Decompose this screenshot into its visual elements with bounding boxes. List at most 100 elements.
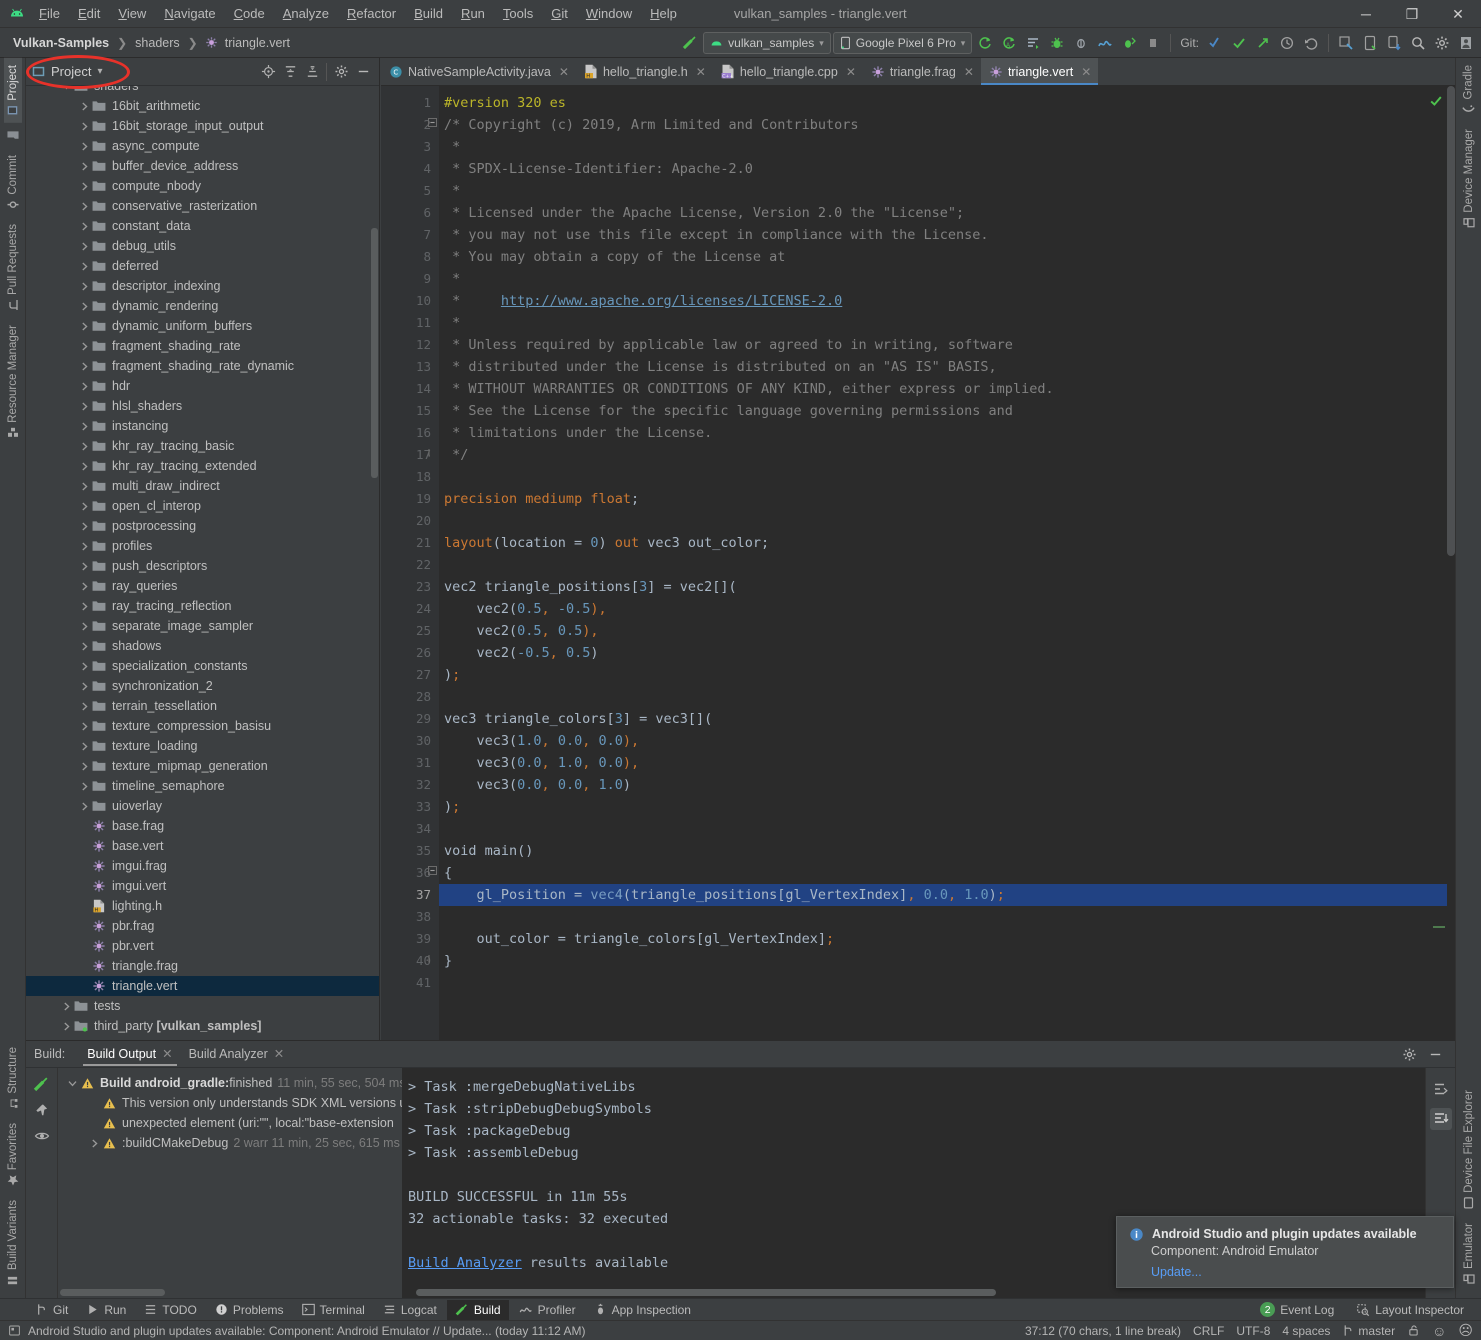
chevron-right-icon[interactable] [78, 700, 91, 713]
chevron-right-icon[interactable] [78, 320, 91, 333]
run-configuration-selector[interactable]: vulkan_samples ▾ [703, 32, 831, 54]
chevron-right-icon[interactable] [78, 860, 91, 873]
chevron-right-icon[interactable] [78, 300, 91, 313]
chevron-right-icon[interactable] [78, 720, 91, 733]
editor-tab-triangle-vert[interactable]: triangle.vert✕ [981, 58, 1098, 85]
bottom-tab-git[interactable]: Git [27, 1300, 76, 1320]
chevron-right-icon[interactable] [78, 120, 91, 133]
chevron-right-icon[interactable] [78, 380, 91, 393]
code-line[interactable]: * SPDX-License-Identifier: Apache-2.0 [439, 158, 1455, 180]
chevron-right-icon[interactable] [88, 1137, 101, 1150]
tree-node[interactable]: buffer_device_address [26, 156, 379, 176]
chevron-right-icon[interactable] [78, 280, 91, 293]
code-line[interactable]: * http://www.apache.org/licenses/LICENSE… [439, 290, 1455, 312]
chevron-right-icon[interactable] [78, 920, 91, 933]
bottom-tab-run[interactable]: Run [78, 1300, 134, 1320]
tree-node[interactable]: imgui.frag [26, 856, 379, 876]
code-line[interactable]: #version 320 es [439, 92, 1455, 114]
layout-inspector-button[interactable]: Layout Inspector [1348, 1300, 1472, 1320]
collapse-all-icon[interactable] [302, 62, 322, 82]
code-line[interactable]: * WITHOUT WARRANTIES OR CONDITIONS OF AN… [439, 378, 1455, 400]
event-log-button[interactable]: 2 Event Log [1252, 1300, 1342, 1320]
code-line[interactable]: /* Copyright (c) 2019, Arm Limited and C… [439, 114, 1455, 136]
code-line[interactable]: layout(location = 0) out vec3 out_color; [439, 532, 1455, 554]
tree-node[interactable]: pbr.frag [26, 916, 379, 936]
build-hammer-icon[interactable] [33, 1076, 50, 1093]
sidebar-item-emulator[interactable]: Emulator [1460, 1216, 1478, 1292]
editor-tab-hello-triangle-cpp[interactable]: C++hello_triangle.cpp✕ [713, 58, 863, 85]
tree-node[interactable]: texture_compression_basisu [26, 716, 379, 736]
menu-window[interactable]: Window [577, 3, 641, 24]
breadcrumb-item-file[interactable]: triangle.vert [222, 35, 293, 51]
build-tree-row[interactable]: unexpected element (uri:"", local:"base-… [58, 1113, 402, 1133]
code-line[interactable]: } [439, 950, 1455, 972]
chevron-right-icon[interactable] [78, 500, 91, 513]
sync-gradle-icon[interactable] [974, 32, 996, 54]
tree-node[interactable]: postprocessing [26, 516, 379, 536]
code-line[interactable]: vec3(1.0, 0.0, 0.0), [439, 730, 1455, 752]
scroll-to-end-icon[interactable] [1430, 1108, 1452, 1130]
chevron-right-icon[interactable] [78, 840, 91, 853]
chevron-right-icon[interactable] [78, 780, 91, 793]
menu-code[interactable]: Code [225, 3, 274, 24]
account-icon[interactable] [1455, 32, 1477, 54]
settings-icon[interactable] [1399, 1044, 1419, 1064]
chevron-down-icon[interactable] [66, 1077, 79, 1090]
breadcrumb-item-project[interactable]: Vulkan-Samples [10, 35, 112, 51]
menu-navigate[interactable]: Navigate [155, 3, 224, 24]
build-console-hscrollbar[interactable] [416, 1289, 996, 1296]
settings-icon[interactable] [331, 62, 351, 82]
tab-build-output[interactable]: Build Output ✕ [79, 1042, 180, 1066]
chevron-right-icon[interactable] [78, 820, 91, 833]
chevron-right-icon[interactable] [78, 680, 91, 693]
chevron-right-icon[interactable] [78, 200, 91, 213]
project-tree-scrollbar[interactable] [371, 228, 378, 478]
select-opened-file-icon[interactable] [258, 62, 278, 82]
code-line[interactable] [439, 686, 1455, 708]
tree-node[interactable]: hdr [26, 376, 379, 396]
tree-node[interactable]: texture_loading [26, 736, 379, 756]
bottom-tab-terminal[interactable]: Terminal [294, 1300, 373, 1320]
project-file-tree[interactable]: shaders16bit_arithmetic16bit_storage_inp… [26, 86, 379, 1040]
chevron-right-icon[interactable] [78, 960, 91, 973]
build-icon[interactable] [1022, 32, 1044, 54]
fold-open-icon[interactable] [428, 866, 437, 875]
minimize-button[interactable]: ─ [1343, 0, 1389, 28]
tree-node[interactable]: debug_utils [26, 236, 379, 256]
sad-face-icon[interactable]: ☹ [1458, 1322, 1473, 1339]
line-separator[interactable]: CRLF [1193, 1324, 1224, 1338]
sidebar-item-commit[interactable]: Commit [4, 148, 22, 218]
chevron-right-icon[interactable] [78, 620, 91, 633]
tree-node[interactable]: base.vert [26, 836, 379, 856]
chevron-right-icon[interactable] [78, 400, 91, 413]
tree-node-selected[interactable]: triangle.vert [26, 976, 379, 996]
tree-node[interactable]: multi_draw_indirect [26, 476, 379, 496]
editor-tab-triangle-frag[interactable]: triangle.frag✕ [863, 58, 981, 85]
status-message[interactable]: Android Studio and plugin updates availa… [28, 1324, 585, 1338]
sidebar-item-folder[interactable] [4, 123, 22, 148]
toggle-tasks-icon[interactable] [1430, 1078, 1452, 1100]
tree-node[interactable]: uioverlay [26, 796, 379, 816]
tree-node[interactable]: tests [26, 996, 379, 1016]
code-line[interactable]: * Unless required by applicable law or a… [439, 334, 1455, 356]
sidebar-item-project[interactable]: Project [4, 58, 22, 123]
notification-icon[interactable] [8, 1324, 21, 1337]
indent-setting[interactable]: 4 spaces [1282, 1324, 1330, 1338]
code-line[interactable]: */ [439, 444, 1455, 466]
build-analyzer-link[interactable]: Build Analyzer [408, 1255, 522, 1271]
layout-inspector-icon[interactable] [1335, 32, 1357, 54]
code-line[interactable] [439, 554, 1455, 576]
history-icon[interactable] [1276, 32, 1298, 54]
chevron-right-icon[interactable] [78, 900, 91, 913]
close-icon[interactable]: ✕ [162, 1046, 172, 1061]
fold-open-icon[interactable] [428, 118, 437, 127]
sidebar-item-device-file-explorer[interactable]: Device File Explorer [1460, 1083, 1478, 1216]
chevron-right-icon[interactable] [78, 740, 91, 753]
inspection-ok-check-icon[interactable] [1429, 94, 1443, 108]
menu-build[interactable]: Build [405, 3, 452, 24]
sidebar-item-device-manager[interactable]: Device Manager [1460, 122, 1478, 236]
code-line[interactable]: * you may not use this file except in co… [439, 224, 1455, 246]
bottom-tab-profiler[interactable]: Profiler [511, 1300, 584, 1320]
build-tree-row[interactable]: :buildCMakeDebug2 warr 11 min, 25 sec, 6… [58, 1133, 402, 1153]
tree-node[interactable]: timeline_semaphore [26, 776, 379, 796]
